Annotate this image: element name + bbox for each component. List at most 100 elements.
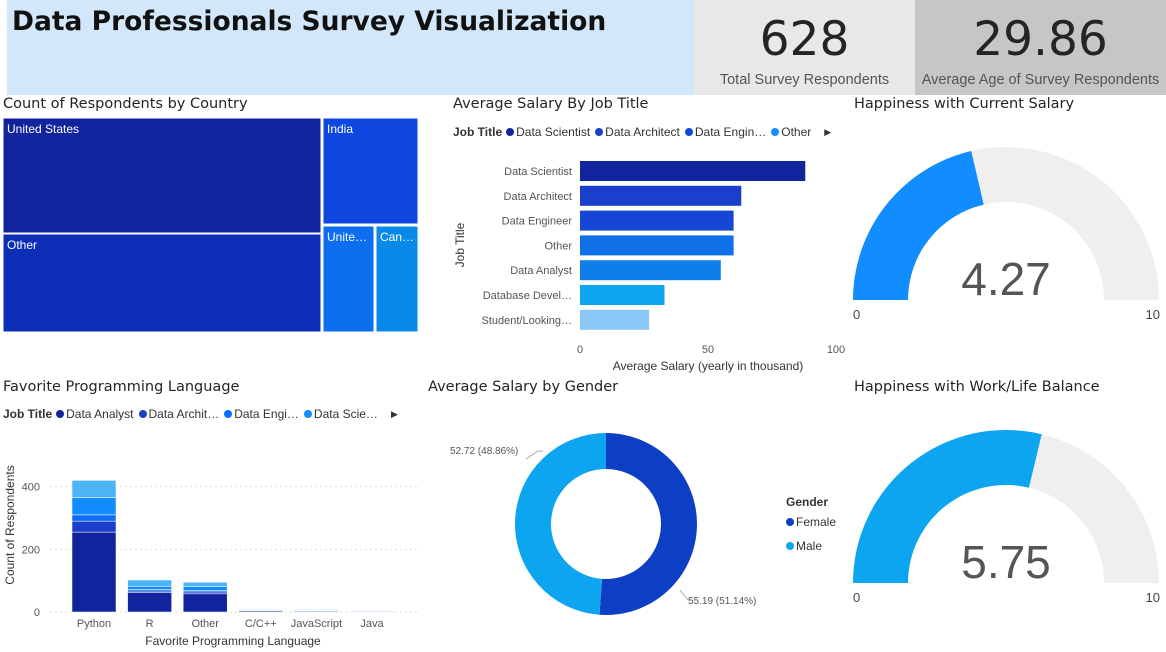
legend-item[interactable]: Other [771, 125, 811, 139]
legend-dot-icon [56, 410, 65, 418]
treemap-tile[interactable]: India [322, 117, 419, 225]
gauge-happiness-worklife[interactable]: 5.75 0 10 [850, 428, 1164, 608]
page-title: Data Professionals Survey Visualization [12, 6, 607, 37]
legend-item[interactable]: Data Architect [595, 125, 680, 139]
title-banner: Data Professionals Survey Visualization [7, 0, 694, 95]
kpi-value: 628 [759, 12, 850, 67]
legend-item[interactable]: Data Engi… [224, 407, 299, 421]
y-tick-label: Student/Looking… [481, 315, 572, 327]
legend-dot-icon [138, 410, 147, 418]
treemap-tile[interactable]: Other [2, 233, 322, 333]
legend-dot-icon [771, 128, 780, 136]
legend-label: Other [781, 125, 812, 139]
x-tick-label: Other [191, 618, 219, 630]
legend-label: Female [796, 515, 837, 529]
legend-label: Data Architect [605, 125, 680, 139]
legend-next-arrow-icon[interactable]: ▶ [824, 127, 831, 138]
x-tick-label: 50 [702, 344, 714, 356]
legend-item[interactable]: Data Engin… [684, 125, 766, 139]
gauge-max-label: 10 [1146, 307, 1160, 322]
legend-next-arrow-icon[interactable]: ▶ [391, 409, 398, 420]
legend-label: Data Archit… [148, 407, 220, 421]
x-tick-label: JavaScript [291, 618, 342, 630]
legend-title: Job Title [3, 407, 53, 421]
x-tick-label: C/C++ [245, 618, 277, 630]
y-tick-label: 0 [34, 607, 40, 619]
legend-job-title[interactable]: Job Title Data Scientist Data Architect … [453, 125, 831, 139]
kpi-card-average-age[interactable]: 29.86 Average Age of Survey Respondents [915, 0, 1166, 95]
kpi-card-total-respondents[interactable]: 628 Total Survey Respondents [694, 0, 915, 95]
leader-line [525, 450, 543, 460]
stacked-bar-segment[interactable] [349, 611, 395, 613]
legend-item[interactable]: Female [786, 515, 836, 529]
fav-language-stacked-chart[interactable]: 0 200 400 Count of Respondents Python R Other C… [0, 450, 425, 650]
treemap-tile-label: India [327, 122, 353, 136]
stacked-bar-segment[interactable] [127, 592, 172, 613]
treemap-tile-label: Unite… [327, 230, 367, 244]
legend-label: Male [796, 539, 823, 553]
gauge-happiness-salary[interactable]: 4.27 0 10 [850, 145, 1164, 325]
donut-data-label: 55.19 (51.14%) [688, 596, 756, 607]
kpi-label: Average Age of Survey Respondents [921, 72, 1160, 88]
stacked-bar-segment[interactable] [127, 586, 172, 590]
legend-job-title-lang[interactable]: Job Title Data Analyst Data Archit… Data… [3, 407, 398, 421]
salary-bar[interactable] [580, 285, 665, 305]
donut-slice[interactable] [599, 433, 697, 615]
treemap-tile[interactable]: United States [2, 117, 322, 234]
visual-title-country: Count of Respondents by Country [3, 96, 248, 112]
stacked-bar-segment[interactable] [71, 480, 117, 498]
y-tick-label: Data Architect [504, 191, 572, 203]
stacked-bar-segment[interactable] [71, 531, 117, 613]
salary-bar[interactable] [580, 161, 806, 181]
salary-by-job-bar-chart[interactable]: Job Title Data Scientist Data Architect Dat… [450, 150, 850, 375]
stacked-bar-segment[interactable] [182, 591, 228, 595]
x-tick-label: Java [360, 618, 384, 630]
legend-title: Job Title [453, 125, 503, 139]
y-tick-label: 200 [22, 544, 40, 556]
treemap-tile-label: Other [7, 238, 37, 252]
stacked-bar-segment[interactable] [294, 609, 339, 611]
stacked-bar-segment[interactable] [182, 586, 228, 591]
x-tick-label: 0 [577, 344, 583, 356]
stacked-bar-segment[interactable] [238, 609, 284, 611]
y-tick-label: Other [544, 240, 572, 252]
legend-item[interactable]: Data Scie… [303, 407, 378, 421]
y-tick-label: Data Analyst [510, 265, 572, 277]
legend-label: Data Analyst [66, 407, 134, 421]
salary-bar[interactable] [580, 260, 721, 281]
x-axis-title: Favorite Programming Language [145, 634, 321, 648]
legend-gender[interactable]: Gender Female Male [786, 495, 841, 553]
treemap-tile-label: Can… [380, 230, 414, 244]
stacked-bar-segment[interactable] [71, 497, 117, 516]
x-axis-title: Average Salary (yearly in thousand) [613, 359, 804, 373]
donut-data-label: 52.72 (48.86%) [450, 446, 518, 457]
legend-item[interactable]: Data Scientist [506, 125, 590, 139]
stacked-bar-segment[interactable] [127, 579, 172, 587]
treemap-tile-label: United States [7, 122, 79, 136]
legend-dot-icon [786, 542, 794, 550]
legend-item[interactable]: Male [786, 539, 822, 553]
legend-item[interactable]: Data Analyst [56, 407, 134, 421]
gauge-value: 4.27 [961, 253, 1051, 305]
salary-bar[interactable] [580, 185, 742, 206]
kpi-value: 29.86 [973, 12, 1108, 67]
treemap-tile[interactable]: Unite… [322, 225, 375, 333]
legend-dot-icon [786, 518, 794, 526]
salary-bar[interactable] [580, 210, 734, 231]
y-tick-label: Database Devel… [483, 290, 572, 302]
stacked-bar-segment[interactable] [182, 581, 228, 587]
salary-gender-donut-chart[interactable]: 55.19 (51.14%) 52.72 (48.86%) [430, 420, 780, 635]
stacked-bar-segment[interactable] [71, 520, 117, 533]
kpi-label: Total Survey Respondents [719, 72, 890, 88]
legend-item[interactable]: Data Archit… [138, 407, 220, 421]
treemap-country-chart[interactable]: United States Other India Unite… Can… [2, 117, 419, 333]
y-axis-title: Count of Respondents [3, 465, 17, 584]
salary-bar[interactable] [580, 309, 650, 330]
salary-bar[interactable] [580, 235, 734, 256]
donut-slice[interactable] [515, 433, 606, 615]
stacked-bar-segment[interactable] [71, 514, 117, 522]
stacked-bar-segment[interactable] [182, 593, 228, 613]
gauge-max-label: 10 [1146, 590, 1160, 605]
treemap-tile[interactable]: Can… [375, 225, 419, 333]
gauge-min-label: 0 [853, 307, 860, 322]
